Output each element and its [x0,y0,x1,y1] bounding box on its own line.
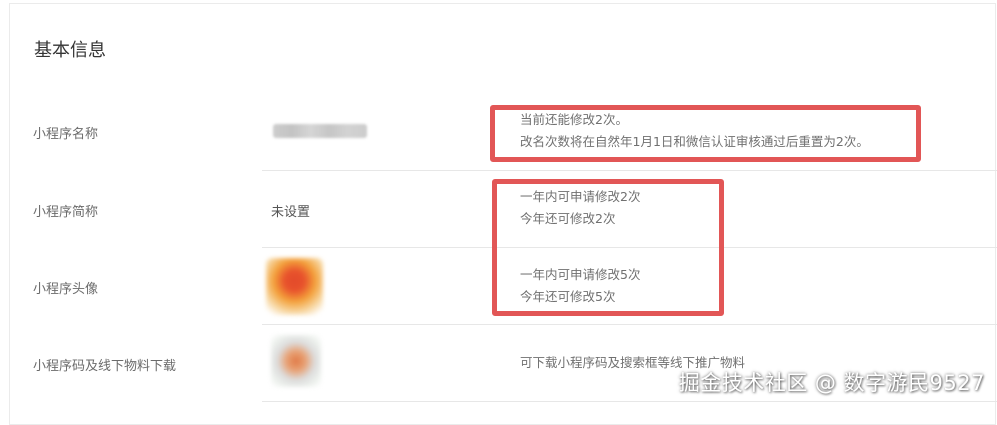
blurred-avatar [266,258,323,315]
row-divider [262,324,997,325]
blurred-mini-program-code[interactable] [271,335,321,387]
row-label-name: 小程序名称 [33,127,99,142]
short-name-value: 未设置 [271,205,311,220]
blurred-mini-program-name [273,124,367,138]
watermark: 掘金技术社区 @ 数字游民9527 [678,371,985,395]
row-label-code-download: 小程序码及线下物料下载 [33,359,177,374]
row-label-avatar: 小程序头像 [33,282,99,297]
row-label-short-name: 小程序简称 [33,205,99,220]
row-divider [262,401,997,402]
highlight-box-short-name-avatar [492,179,724,316]
highlight-box-name [490,105,921,162]
section-title: 基本信息 [34,40,106,61]
row-divider [262,170,997,171]
